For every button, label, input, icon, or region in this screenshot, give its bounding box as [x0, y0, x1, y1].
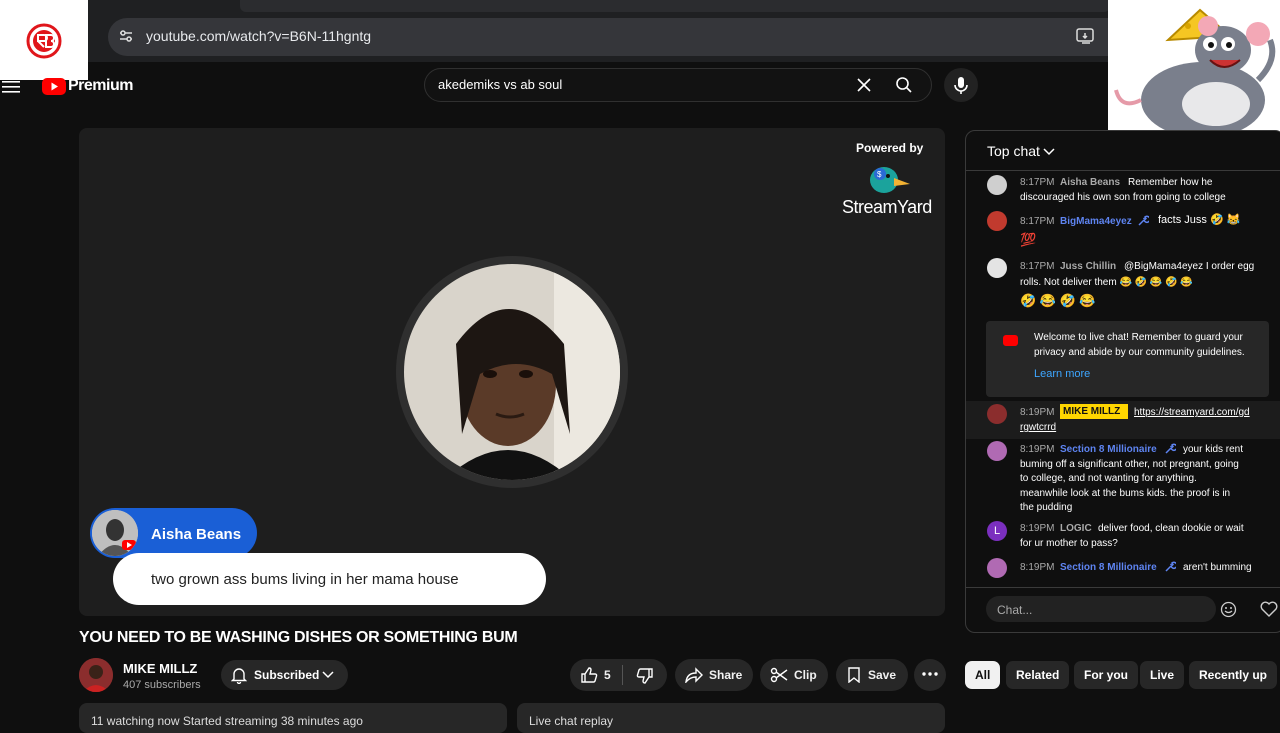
chat-author[interactable]: Section 8 Millionaire [1060, 444, 1157, 455]
chat-message-text: deliver food, clean dookie or wait [1098, 523, 1244, 534]
chat-author[interactable]: Aisha Beans [1060, 177, 1120, 188]
moderator-wrench-icon [1165, 443, 1176, 454]
chat-message-text: buming off a significant other, not preg… [1020, 459, 1239, 470]
chevron-down-icon[interactable] [1043, 146, 1055, 156]
install-app-icon[interactable] [1076, 27, 1096, 45]
channel-avatar[interactable] [79, 658, 113, 692]
thumbs-down-icon[interactable] [636, 667, 654, 685]
chat-time: 8:17PM [1020, 261, 1055, 272]
moderator-wrench-icon [1138, 215, 1149, 226]
video-title: YOU NEED TO BE WASHING DISHES OR SOMETHI… [79, 629, 518, 646]
chat-message-text: the pudding [1020, 502, 1073, 513]
youtube-logo-icon [1003, 335, 1018, 346]
youtube-logo-icon[interactable] [42, 78, 66, 95]
chat-message-text: to college, and not wanting for anything… [1020, 473, 1197, 484]
search-icon[interactable] [895, 76, 913, 94]
chat-replay-label: Live chat replay [529, 714, 614, 728]
chat-avatar[interactable] [987, 211, 1007, 231]
chat-message-text: 💯 [1020, 232, 1037, 247]
overlay-comment-avatar [92, 510, 138, 556]
chat-time: 8:19PM [1020, 562, 1055, 573]
welcome-message: Welcome to live chat! Remember to guard … [1034, 332, 1245, 358]
bell-icon [231, 668, 247, 684]
chat-avatar[interactable] [987, 258, 1007, 278]
chat-author[interactable]: Section 8 Millionaire [1060, 562, 1157, 573]
subscriber-count: 407 subscribers [123, 679, 201, 691]
channel-logo-overlay [0, 0, 88, 80]
chat-avatar[interactable]: L [987, 521, 1007, 541]
chat-avatar[interactable] [987, 441, 1007, 461]
chat-avatar[interactable] [987, 558, 1007, 578]
search-query-text[interactable]: akedemiks vs ab soul [438, 77, 562, 92]
streamyard-duck-icon: $ [870, 167, 910, 193]
chip-recently-uploaded[interactable]: Recently up [1189, 661, 1278, 689]
chat-avatar[interactable] [987, 175, 1007, 195]
subscribed-label: Subscribed [254, 668, 320, 682]
chat-time: 8:17PM [1020, 216, 1055, 227]
chat-time: 8:19PM [1020, 407, 1055, 418]
chat-message-text: Remember how he [1128, 177, 1213, 188]
overlay-comment-author: Aisha Beans [151, 526, 242, 543]
chat-message-text: 🤣 😂 🤣 😂 [1020, 293, 1096, 308]
clip-label: Clip [794, 668, 817, 682]
chat-message-text: for ur mother to pass? [1020, 538, 1118, 549]
chat-message-text: aren't bumming [1183, 562, 1252, 573]
chat-message-text: your kids rent [1183, 444, 1244, 455]
learn-more-link[interactable]: Learn more [1034, 368, 1090, 380]
chat-message-text: discouraged his own son from going to co… [1020, 192, 1226, 203]
chat-author[interactable]: MIKE MILLZ [1063, 406, 1120, 417]
chat-link[interactable]: https://streamyard.com/gd [1134, 405, 1250, 420]
heart-icon[interactable] [1260, 601, 1278, 617]
browser-tab-strip [240, 0, 1110, 12]
more-horizontal-icon [922, 672, 938, 676]
share-icon [685, 667, 703, 683]
chat-input-placeholder[interactable]: Chat... [997, 603, 1032, 617]
chevron-down-icon [322, 671, 334, 679]
chat-message-text: @BigMama4eyez I order egg [1124, 261, 1255, 272]
speaker-avatar [404, 264, 620, 480]
description-stats: 11 watching now Started streaming 38 min… [91, 714, 363, 728]
streamyard-wordmark: StreamYard [842, 197, 932, 217]
moderator-wrench-icon [1165, 561, 1176, 572]
share-label: Share [709, 668, 743, 682]
like-divider [622, 665, 623, 685]
chat-message-text: rolls. Not deliver them 😂 🤣 😂 🤣 😂 [1020, 277, 1193, 288]
chip-related[interactable]: Related [1006, 661, 1070, 689]
voice-search-button[interactable] [944, 68, 978, 102]
chat-time: 8:17PM [1020, 177, 1055, 188]
chat-link[interactable]: rgwtcrrd [1020, 420, 1056, 435]
chat-message-text: facts Juss 🤣 😹 [1158, 214, 1241, 226]
chat-time: 8:19PM [1020, 444, 1055, 455]
url-text[interactable]: youtube.com/watch?v=B6N-11hgntg [146, 28, 371, 44]
hamburger-menu-icon[interactable] [2, 80, 20, 94]
brand-label[interactable]: Premium [68, 77, 133, 95]
bookmark-icon [848, 667, 860, 683]
chat-avatar[interactable] [987, 404, 1007, 424]
thumbs-up-icon[interactable] [580, 666, 598, 684]
like-count[interactable]: 5 [604, 668, 611, 682]
scissors-icon [770, 667, 788, 683]
clear-search-icon[interactable] [856, 77, 872, 93]
chip-all[interactable]: All [965, 661, 1001, 689]
overlay-comment-text: two grown ass bums living in her mama ho… [151, 571, 459, 588]
microphone-icon [954, 77, 968, 94]
chat-author[interactable]: LOGIC [1060, 523, 1092, 534]
svg-text:$: $ [877, 170, 882, 179]
emoji-icon[interactable] [1220, 601, 1237, 618]
chat-time: 8:19PM [1020, 523, 1055, 534]
channel-name[interactable]: MIKE MILLZ [123, 661, 197, 676]
chat-author[interactable]: Juss Chillin [1060, 261, 1116, 272]
chip-live[interactable]: Live [1140, 661, 1185, 689]
chip-for-you[interactable]: For you [1074, 661, 1138, 689]
chat-mode-dropdown[interactable]: Top chat [987, 143, 1040, 159]
chat-message-text: meanwhile look at the bums kids. the pro… [1020, 488, 1231, 499]
save-label: Save [868, 668, 897, 682]
site-settings-icon[interactable] [118, 28, 134, 44]
chat-author[interactable]: BigMama4eyez [1060, 216, 1132, 227]
powered-by-label: Powered by [856, 141, 924, 155]
rb-logo-icon [26, 23, 62, 59]
